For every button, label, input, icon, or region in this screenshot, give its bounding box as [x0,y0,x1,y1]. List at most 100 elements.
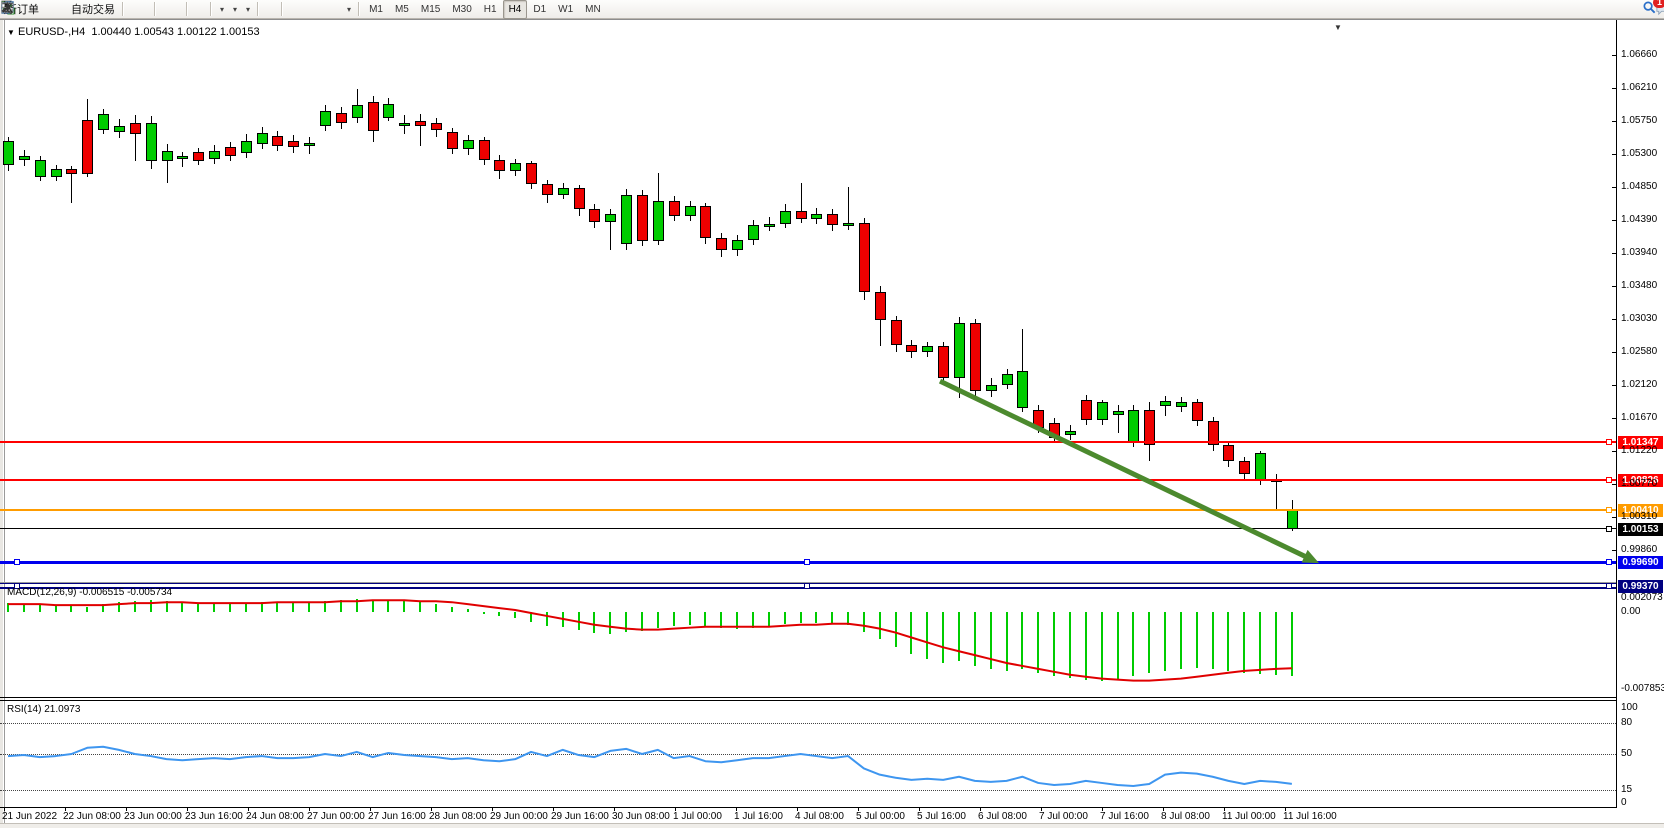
price-axis-label: 1.01670 [1621,413,1657,423]
macd-histogram-bar [641,612,643,631]
price-tick [1612,154,1616,155]
cursor-button[interactable] [262,0,270,19]
chart-expand-icon[interactable]: ▼ [7,28,15,37]
level-line-1.00826[interactable] [0,479,1616,481]
candle [415,121,426,126]
search-button[interactable] [1642,0,1650,19]
line-drag-handle[interactable] [804,583,810,589]
new-order-button[interactable]: 新订单 [2,0,43,19]
macd-histogram-bar [102,604,104,612]
line-anchor-handle[interactable] [1606,559,1612,565]
timeframe-button-h1[interactable]: H1 [478,0,503,19]
line-chart-button[interactable] [143,0,151,19]
fibonacci-button[interactable]: F [318,0,326,19]
timeframe-button-w1[interactable]: W1 [552,0,579,19]
time-axis-label: 7 Jul 00:00 [1039,812,1088,822]
level-line-1.01347[interactable] [0,441,1616,443]
timeframe-button-m5[interactable]: M5 [389,0,415,19]
trendline-button[interactable] [302,0,310,19]
market-watch-button[interactable] [43,0,51,19]
macd-histogram-bar [1227,612,1229,671]
candle [257,133,268,144]
price-tick [1612,253,1616,254]
notifications-button[interactable]: 1 [1654,0,1662,19]
pane-separator[interactable] [0,697,1616,698]
macd-histogram-bar [435,604,437,612]
rsi-axis-label: 0 [1621,798,1627,808]
chart-shift-marker-icon[interactable]: ▼ [1334,23,1342,32]
auto-scroll-button[interactable] [191,0,199,19]
price-axis-label: 1.00770 [1621,479,1657,489]
candle-wick [1165,396,1166,416]
candle-wick [420,114,421,146]
periods-button[interactable]: ▾ [228,0,241,19]
macd-histogram-bar [1101,612,1103,681]
candle [653,201,664,241]
candle [1192,402,1203,421]
macd-histogram-bar [578,612,580,630]
time-axis-label: 5 Jul 16:00 [917,812,966,822]
timeframe-button-m30[interactable]: M30 [446,0,477,19]
new-chart-button[interactable]: ▾ [215,0,228,19]
templates-button[interactable]: ▾ [241,0,254,19]
pane-separator[interactable] [0,582,1616,583]
timeframe-button-d1[interactable]: D1 [527,0,552,19]
macd-histogram-bar [530,612,532,622]
tile-windows-button[interactable] [175,0,183,19]
chart-window: ▼ EURUSD-,H4 1.00440 1.00543 1.00122 1.0… [0,19,1664,827]
macd-histogram-bar [847,612,849,625]
data-window-button[interactable] [51,0,59,19]
line-anchor-handle[interactable] [1606,583,1612,589]
vertical-line-button[interactable] [286,0,294,19]
bar-chart-button[interactable] [127,0,135,19]
macd-histogram-bar [768,612,770,626]
macd-histogram-bar [1117,612,1119,679]
candle [82,120,93,174]
timeframe-button-m1[interactable]: M1 [363,0,389,19]
chart-shift-button[interactable] [199,0,207,19]
macd-histogram-bar [720,612,722,628]
candle [827,214,838,226]
pane-separator[interactable] [0,700,1616,701]
line-anchor-handle[interactable] [1606,507,1612,513]
horizontal-line-button[interactable] [294,0,302,19]
macd-histogram-bar [1085,612,1087,680]
line-drag-handle[interactable] [804,559,810,565]
line-anchor-handle[interactable] [1606,439,1612,445]
text-label-button[interactable]: T [334,0,342,19]
zoom-in-button[interactable] [159,0,167,19]
price-tick [1612,286,1616,287]
price-tick [1612,187,1616,188]
level-line-1.00153[interactable] [0,528,1616,529]
line-anchor-handle[interactable] [1606,477,1612,483]
timeframe-button-h4[interactable]: H4 [503,0,528,19]
time-axis-label: 28 Jun 08:00 [429,812,487,822]
line-drag-handle[interactable] [14,559,20,565]
rsi-axis-label: 80 [1621,718,1632,728]
line-anchor-handle[interactable] [1606,526,1612,532]
text-button[interactable]: A [326,0,334,19]
macd-histogram-bar [134,601,136,612]
macd-histogram-bar [752,612,754,628]
status-strip [0,823,1664,828]
auto-trading-button[interactable]: 自动交易 [67,0,119,19]
candle [1176,402,1187,407]
candle [494,160,505,171]
timeframe-button-m15[interactable]: M15 [415,0,446,19]
candle [1081,400,1092,420]
price-tick [1612,517,1616,518]
timeframe-button-mn[interactable]: MN [579,0,607,19]
candle [1065,431,1076,435]
candle [1239,461,1250,474]
macd-histogram-bar [1148,612,1150,673]
navigator-button[interactable] [59,0,67,19]
crosshair-button[interactable] [270,0,278,19]
arrows-button[interactable]: ▾ [342,0,355,19]
price-tick [1612,451,1616,452]
level-line-1.00410[interactable] [0,509,1616,511]
candle [589,209,600,222]
macd-histogram-bar [245,603,247,612]
equidistant-channel-button[interactable]: E [310,0,318,19]
zoom-out-button[interactable] [167,0,175,19]
candlestick-button[interactable] [135,0,143,19]
